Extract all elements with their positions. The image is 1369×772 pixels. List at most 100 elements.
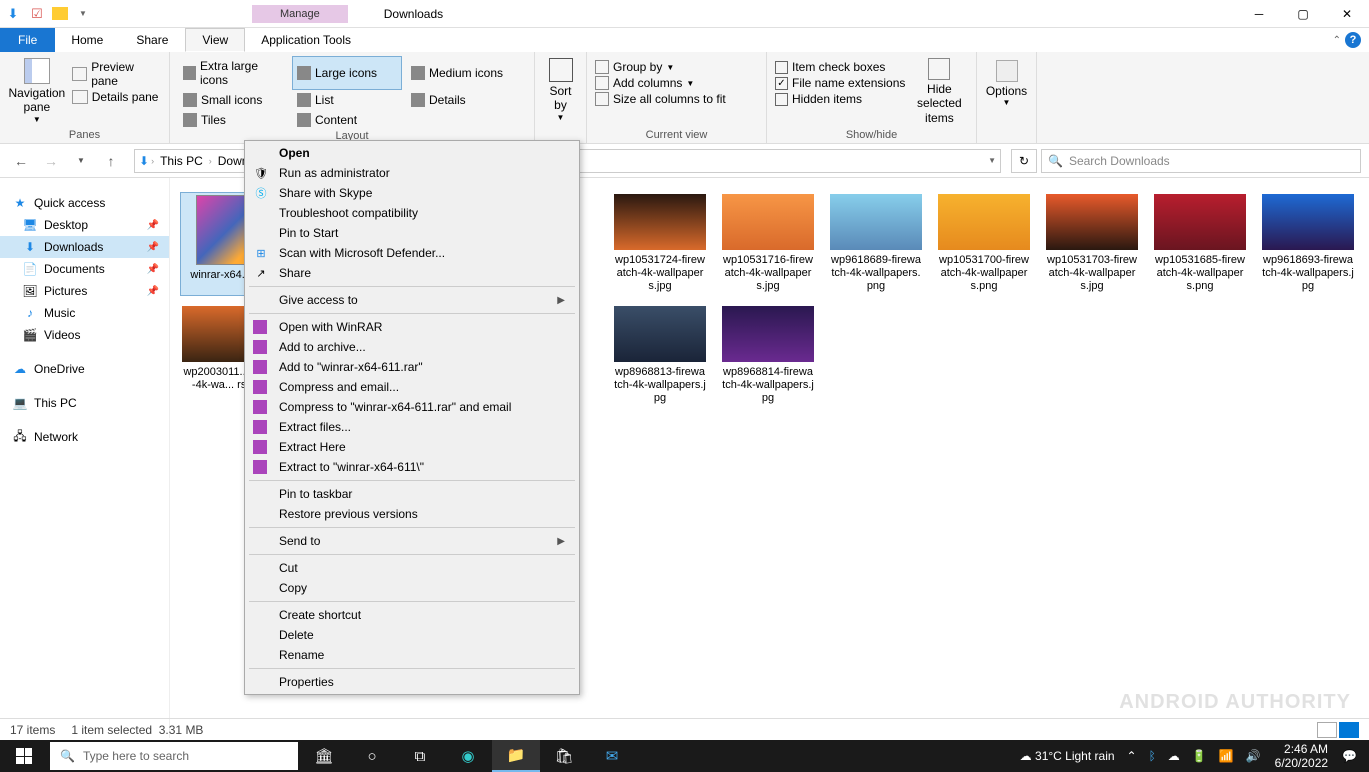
breadcrumb-thispc[interactable]: This PC bbox=[156, 154, 207, 168]
qat-properties-icon[interactable]: ☑ bbox=[28, 5, 46, 23]
cm-share[interactable]: ↗Share bbox=[247, 263, 577, 283]
sidebar-pictures[interactable]: 🖼Pictures📌 bbox=[0, 280, 169, 302]
sidebar-music[interactable]: ♪Music bbox=[0, 302, 169, 324]
layout-medium-icons[interactable]: Medium icons bbox=[406, 56, 526, 90]
tab-home[interactable]: Home bbox=[55, 28, 120, 52]
tray-chevron-icon[interactable]: ⌃ bbox=[1123, 749, 1141, 763]
file-item[interactable]: wp8968814-firewatch-4k-wallpapers.jpg bbox=[720, 304, 816, 408]
address-dropdown-icon[interactable]: ▼ bbox=[988, 156, 996, 165]
size-columns-button[interactable]: Size all columns to fit bbox=[595, 92, 758, 106]
cm-extract-here[interactable]: Extract Here bbox=[247, 437, 577, 457]
file-item[interactable]: wp10531703-firewatch-4k-wallpapers.jpg bbox=[1044, 192, 1140, 296]
cm-run-as-admin[interactable]: 🛡Run as administrator bbox=[247, 163, 577, 183]
cm-compress-email[interactable]: Compress and email... bbox=[247, 377, 577, 397]
refresh-button[interactable]: ↻ bbox=[1011, 149, 1037, 173]
search-box[interactable]: 🔍 Search Downloads bbox=[1041, 149, 1361, 173]
navigation-pane-button[interactable]: Navigation pane ▼ bbox=[8, 56, 66, 124]
tab-view[interactable]: View bbox=[185, 28, 245, 52]
help-icon[interactable]: ? bbox=[1345, 32, 1361, 48]
file-item[interactable]: wp10531700-firewatch-4k-wallpapers.png bbox=[936, 192, 1032, 296]
start-button[interactable] bbox=[0, 740, 48, 772]
add-columns-button[interactable]: Add columns ▼ bbox=[595, 76, 758, 90]
taskbar-cortana-icon[interactable]: ○ bbox=[348, 740, 396, 772]
close-button[interactable]: ✕ bbox=[1325, 0, 1369, 28]
cm-cut[interactable]: Cut bbox=[247, 558, 577, 578]
cm-pin-taskbar[interactable]: Pin to taskbar bbox=[247, 484, 577, 504]
taskbar-edge-icon[interactable]: ◉ bbox=[444, 740, 492, 772]
cm-add-to-rar[interactable]: Add to "winrar-x64-611.rar" bbox=[247, 357, 577, 377]
hide-selected-button[interactable]: Hide selected items bbox=[911, 56, 967, 125]
taskbar-store-icon[interactable]: 🛍 bbox=[540, 740, 588, 772]
cm-compress-to-email[interactable]: Compress to "winrar-x64-611.rar" and ema… bbox=[247, 397, 577, 417]
layout-details[interactable]: Details bbox=[406, 90, 526, 110]
options-button[interactable]: Options ▼ bbox=[985, 56, 1028, 107]
cm-troubleshoot[interactable]: Troubleshoot compatibility bbox=[247, 203, 577, 223]
taskbar-news-icon[interactable]: 🏛 bbox=[300, 740, 348, 772]
sort-by-button[interactable]: Sort by▼ bbox=[543, 56, 578, 122]
tray-notification-icon[interactable]: 💬 bbox=[1338, 749, 1361, 763]
sidebar-network[interactable]: 🖧Network bbox=[0, 426, 169, 448]
file-item[interactable]: wp9618693-firewatch-4k-wallpapers.jpg bbox=[1260, 192, 1356, 296]
sidebar-quickaccess[interactable]: ★Quick access bbox=[0, 192, 169, 214]
layout-content[interactable]: Content bbox=[292, 110, 402, 130]
tray-bluetooth-icon[interactable]: ᛒ bbox=[1145, 749, 1160, 763]
view-details-icon[interactable] bbox=[1317, 722, 1337, 738]
hidden-items-toggle[interactable]: Hidden items bbox=[775, 92, 905, 106]
view-large-icon[interactable] bbox=[1339, 722, 1359, 738]
file-item[interactable]: wp10531716-firewatch-4k-wallpapers.jpg bbox=[720, 192, 816, 296]
cm-add-archive[interactable]: Add to archive... bbox=[247, 337, 577, 357]
file-item[interactable]: wp8968813-firewatch-4k-wallpapers.jpg bbox=[612, 304, 708, 408]
tab-share[interactable]: Share bbox=[120, 28, 185, 52]
tab-file[interactable]: File bbox=[0, 28, 55, 52]
cm-properties[interactable]: Properties bbox=[247, 672, 577, 692]
cm-delete[interactable]: Delete bbox=[247, 625, 577, 645]
tray-wifi-icon[interactable]: 📶 bbox=[1215, 749, 1238, 763]
layout-list[interactable]: List bbox=[292, 90, 402, 110]
sidebar-videos[interactable]: 🎬Videos bbox=[0, 324, 169, 346]
file-extensions-toggle[interactable]: ✓File name extensions bbox=[775, 76, 905, 90]
taskbar-taskview-icon[interactable]: ⧉ bbox=[396, 740, 444, 772]
tray-battery-icon[interactable]: 🔋 bbox=[1188, 749, 1211, 763]
layout-extra-large-icons[interactable]: Extra large icons bbox=[178, 56, 288, 90]
group-by-button[interactable]: Group by ▼ bbox=[595, 60, 758, 74]
preview-pane-button[interactable]: Preview pane bbox=[72, 60, 161, 88]
qat-dropdown-icon[interactable]: ▼ bbox=[74, 5, 92, 23]
cm-send-to[interactable]: Send to▶ bbox=[247, 531, 577, 551]
layout-tiles[interactable]: Tiles bbox=[178, 110, 288, 130]
cm-rename[interactable]: Rename bbox=[247, 645, 577, 665]
contextual-tab-manage[interactable]: Manage bbox=[252, 5, 348, 23]
taskbar-explorer-icon[interactable]: 📁 bbox=[492, 740, 540, 772]
recent-dropdown[interactable]: ▼ bbox=[68, 148, 94, 174]
chevron-right-icon[interactable]: › bbox=[151, 156, 154, 166]
tab-application-tools[interactable]: Application Tools bbox=[245, 28, 368, 52]
taskbar-clock[interactable]: 2:46 AM 6/20/2022 bbox=[1269, 742, 1334, 771]
cm-open-winrar[interactable]: Open with WinRAR bbox=[247, 317, 577, 337]
cm-open[interactable]: Open bbox=[247, 143, 577, 163]
qat-newfolder-icon[interactable] bbox=[52, 7, 68, 20]
up-button[interactable]: ↑ bbox=[98, 148, 124, 174]
minimize-button[interactable]: ─ bbox=[1237, 0, 1281, 28]
sidebar-thispc[interactable]: 💻This PC bbox=[0, 392, 169, 414]
forward-button[interactable]: → bbox=[38, 148, 64, 174]
sidebar-downloads[interactable]: ⬇Downloads📌 bbox=[0, 236, 169, 258]
taskbar-search[interactable]: 🔍Type here to search bbox=[50, 742, 298, 770]
sidebar-onedrive[interactable]: ☁OneDrive bbox=[0, 358, 169, 380]
tray-volume-icon[interactable]: 🔊 bbox=[1242, 749, 1265, 763]
back-button[interactable]: ← bbox=[8, 148, 34, 174]
cm-restore-previous[interactable]: Restore previous versions bbox=[247, 504, 577, 524]
item-checkboxes-toggle[interactable]: Item check boxes bbox=[775, 60, 905, 74]
layout-small-icons[interactable]: Small icons bbox=[178, 90, 288, 110]
cm-extract-to[interactable]: Extract to "winrar-x64-611\" bbox=[247, 457, 577, 477]
sidebar-desktop[interactable]: 🖥Desktop📌 bbox=[0, 214, 169, 236]
details-pane-button[interactable]: Details pane bbox=[72, 90, 161, 104]
cm-extract-files[interactable]: Extract files... bbox=[247, 417, 577, 437]
weather-widget[interactable]: ☁ 31°C Light rain bbox=[1016, 749, 1119, 763]
cm-copy[interactable]: Copy bbox=[247, 578, 577, 598]
cm-create-shortcut[interactable]: Create shortcut bbox=[247, 605, 577, 625]
file-item[interactable]: wp10531724-firewatch-4k-wallpapers.jpg bbox=[612, 192, 708, 296]
sidebar-documents[interactable]: 📄Documents📌 bbox=[0, 258, 169, 280]
tray-onedrive-icon[interactable]: ☁ bbox=[1164, 749, 1184, 763]
cm-share-skype[interactable]: ⓈShare with Skype bbox=[247, 183, 577, 203]
file-item[interactable]: wp9618689-firewatch-4k-wallpapers.png bbox=[828, 192, 924, 296]
cm-defender-scan[interactable]: ⊞Scan with Microsoft Defender... bbox=[247, 243, 577, 263]
